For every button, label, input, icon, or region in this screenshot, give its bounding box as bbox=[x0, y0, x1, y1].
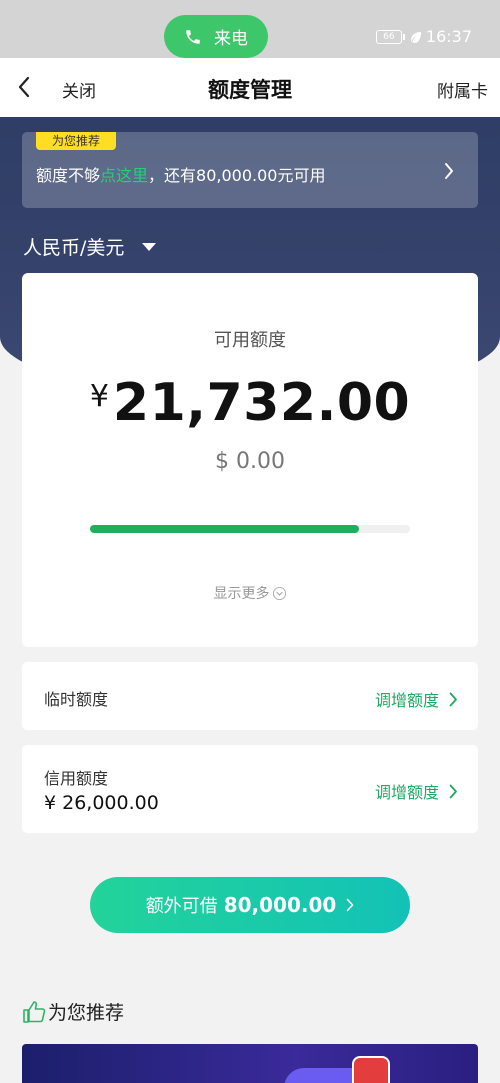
currency-selector[interactable]: 人民币/美元 bbox=[23, 233, 157, 260]
promo-tag: 为您推荐 bbox=[36, 132, 117, 150]
phone-icon bbox=[186, 29, 200, 44]
yen-symbol: ¥ bbox=[89, 379, 109, 414]
increase-limit-label: 调增额度 bbox=[374, 691, 439, 710]
chevron-right-icon bbox=[445, 163, 453, 179]
limit-progress-fill bbox=[90, 525, 359, 533]
limit-progress-bar bbox=[90, 525, 410, 533]
supplementary-card-link[interactable]: 附属卡 bbox=[437, 77, 488, 102]
clock-time: 16:37 bbox=[425, 27, 472, 46]
promo-text: 额度不够点这里，还有80,000.00元可用 bbox=[36, 162, 325, 186]
extra-borrow-button[interactable]: 额外可借 80,000.00 bbox=[90, 877, 410, 933]
close-button[interactable]: 关闭 bbox=[62, 77, 96, 102]
promo-link-text[interactable]: 点这里 bbox=[100, 166, 148, 185]
temporary-limit-label: 临时额度 bbox=[44, 690, 109, 709]
increase-limit-label: 调增额度 bbox=[374, 783, 439, 802]
credit-limit-value: ¥ 26,000.00 bbox=[44, 792, 159, 814]
promo-text-after: ，还有80,000.00元可用 bbox=[148, 166, 326, 185]
navigation-bar: 关闭 额度管理 附属卡 bbox=[0, 58, 500, 117]
available-limit-label: 可用额度 bbox=[214, 330, 286, 351]
credit-limit-label: 信用额度 bbox=[44, 769, 109, 788]
battery-icon: 66 bbox=[375, 29, 405, 44]
usd-amount: $ 0.00 bbox=[215, 449, 285, 474]
chevron-right-icon bbox=[449, 692, 457, 706]
available-limit-card: 可用额度 ¥21,732.00 $ 0.00 显示更多 bbox=[22, 273, 478, 647]
status-indicators: 66 16:37 bbox=[375, 27, 472, 46]
chevron-right-icon bbox=[449, 784, 457, 798]
increase-credit-limit-button[interactable]: 调增额度 bbox=[375, 779, 458, 803]
temporary-limit-row[interactable]: 临时额度 调增额度 bbox=[22, 662, 478, 730]
recommend-title-label: 为您推荐 bbox=[48, 1002, 125, 1024]
chevron-down-circle-icon bbox=[272, 586, 286, 600]
promo-banner[interactable]: 为您推荐 额度不够点这里，还有80,000.00元可用 bbox=[22, 132, 478, 208]
leaf-icon bbox=[410, 31, 421, 43]
call-label: 来电 bbox=[214, 29, 248, 49]
promo-text-before: 额度不够 bbox=[36, 166, 101, 185]
back-arrow-icon[interactable] bbox=[16, 76, 32, 98]
caret-down-icon bbox=[142, 242, 157, 251]
borrow-amount: 80,000.00 bbox=[223, 893, 337, 917]
ad-logo bbox=[352, 1056, 390, 1083]
available-limit-amount: ¥21,732.00 bbox=[22, 373, 478, 433]
show-more-button[interactable]: 显示更多 bbox=[22, 583, 478, 603]
chevron-right-icon bbox=[346, 898, 354, 912]
credit-limit-row[interactable]: 信用额度 ¥ 26,000.00 调增额度 bbox=[22, 745, 478, 833]
thumbs-up-icon bbox=[23, 1000, 46, 1023]
available-amount-value: 21,732.00 bbox=[112, 373, 411, 433]
increase-temporary-limit-button[interactable]: 调增额度 bbox=[375, 687, 458, 711]
show-more-label: 显示更多 bbox=[213, 586, 270, 602]
status-bar: 来电 66 16:37 bbox=[0, 0, 500, 58]
currency-label: 人民币/美元 bbox=[23, 237, 125, 259]
recommend-section-title: 为您推荐 bbox=[22, 998, 124, 1025]
recommend-ad-banner[interactable] bbox=[22, 1044, 478, 1083]
incoming-call-pill[interactable]: 来电 bbox=[164, 15, 268, 58]
borrow-label: 额外可借 bbox=[145, 896, 218, 917]
